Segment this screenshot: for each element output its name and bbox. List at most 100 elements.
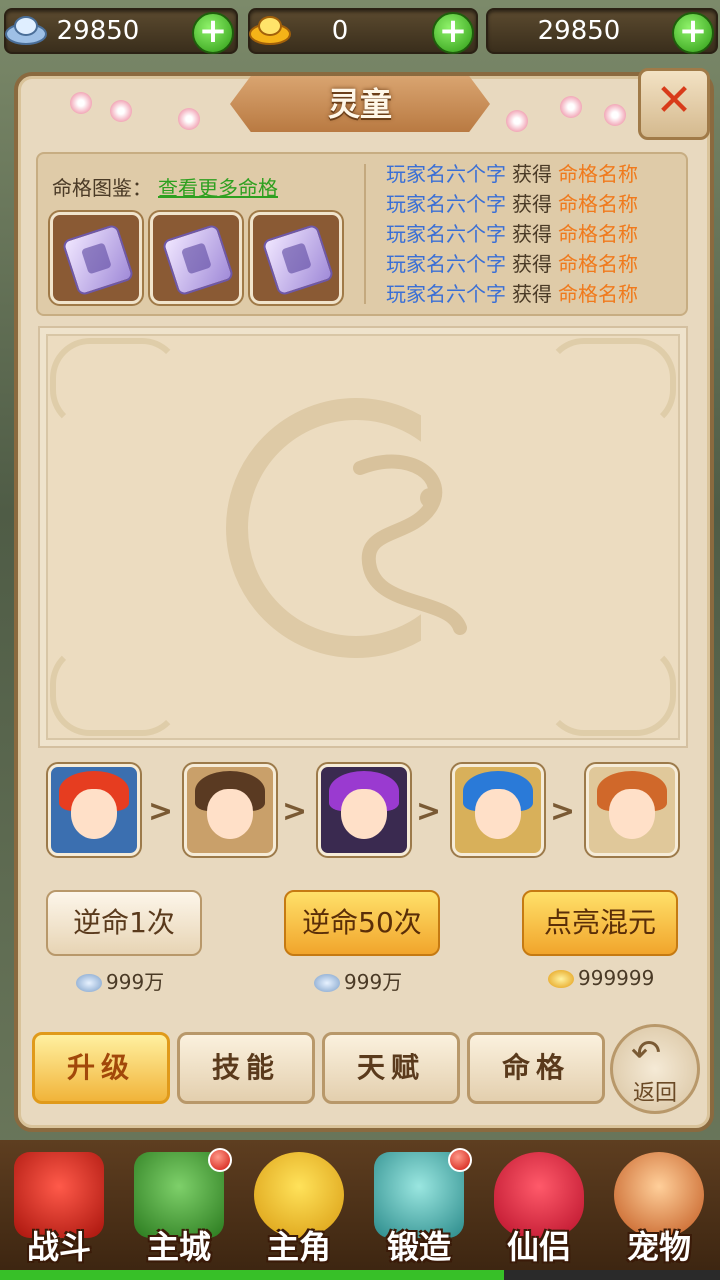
third-currency: 29850 + [486, 8, 718, 54]
nav-label: 主角 [266, 1228, 331, 1266]
hero-stage-1[interactable] [48, 764, 140, 856]
dragon-icon [353, 454, 467, 635]
blossom-decoration [110, 100, 132, 122]
gold-amount: 0 [331, 16, 349, 46]
hero-face [71, 789, 117, 839]
cost-hunyuan: 999999 [548, 966, 654, 990]
silver-amount: 29850 [56, 16, 140, 46]
reverse-fate-50-button[interactable]: 逆命50次 [284, 890, 440, 956]
fate-token-icon [161, 223, 235, 297]
hero-face [609, 789, 655, 839]
player-name: 玩家名六个字 [386, 222, 506, 246]
fate-token-icon [261, 223, 335, 297]
chevron-right-icon: > [550, 794, 576, 829]
nav-hero[interactable]: 主角 [240, 1146, 358, 1266]
player-name: 玩家名六个字 [386, 192, 506, 216]
chevron-right-icon: > [148, 794, 174, 829]
nav-pet[interactable]: 宠物 [600, 1146, 718, 1266]
gold-ingot-icon [548, 970, 574, 988]
reverse-fate-1-button[interactable]: 逆命1次 [46, 890, 202, 956]
fate-slot[interactable] [50, 212, 142, 304]
acquisition-log: 玩家名六个字 获得 命格名称 玩家名六个字 获得 命格名称 玩家名六个字 获得 命格名称 玩… [386, 159, 638, 309]
blossom-decoration [178, 108, 200, 130]
fate-token-icon [61, 223, 135, 297]
tab-skills[interactable]: 技能 [177, 1032, 315, 1104]
fate-slot[interactable] [250, 212, 342, 304]
hero-stage-4[interactable] [452, 764, 544, 856]
corner-ornament [544, 644, 676, 736]
cost-1: 999万 [76, 966, 164, 995]
chevron-right-icon: > [416, 794, 442, 829]
add-gold-button[interactable]: + [432, 12, 474, 54]
log-verb: 获得 [512, 252, 552, 276]
hero-stage-2[interactable] [184, 764, 276, 856]
dragon-emblem-area [38, 326, 688, 748]
cost-value: 999万 [344, 970, 403, 994]
log-verb: 获得 [512, 222, 552, 246]
log-verb: 获得 [512, 192, 552, 216]
nav-forge[interactable]: 锻造 [360, 1146, 478, 1266]
blossom-decoration [506, 110, 528, 132]
add-silver-button[interactable]: + [192, 12, 234, 54]
currency-bar: 29850 + 0 + 29850 + [0, 0, 720, 58]
divider [364, 164, 366, 304]
nav-main-city[interactable]: 主城 [120, 1146, 238, 1266]
blossom-decoration [560, 96, 582, 118]
item-name: 命格名称 [558, 222, 638, 246]
tab-upgrade[interactable]: 升级 [32, 1032, 170, 1104]
third-currency-amount: 29850 [537, 16, 621, 46]
log-row: 玩家名六个字 获得 命格名称 [386, 159, 638, 189]
log-row: 玩家名六个字 获得 命格名称 [386, 189, 638, 219]
nav-partner[interactable]: 仙侣 [480, 1146, 598, 1266]
corner-ornament [544, 338, 676, 430]
back-arrow-icon: ↶ [631, 1033, 662, 1074]
back-button[interactable]: ↶ 返回 [610, 1024, 700, 1114]
progress-bar [0, 1270, 720, 1280]
tab-fate[interactable]: 命格 [467, 1032, 605, 1104]
fate-slot[interactable] [150, 212, 242, 304]
item-name: 命格名称 [558, 252, 638, 276]
cost-50: 999万 [314, 966, 402, 995]
silver-ingot-icon [314, 974, 340, 992]
tab-talents[interactable]: 天赋 [322, 1032, 460, 1104]
codex-box: 命格图鉴： 查看更多命格 玩家名六个字 获得 命格名称 玩家名六个字 获得 命格名称 玩… [36, 152, 688, 316]
panel-title: 灵童 [327, 85, 392, 123]
nav-label: 宠物 [626, 1228, 691, 1266]
item-name: 命格名称 [558, 162, 638, 186]
view-more-link[interactable]: 查看更多命格 [158, 172, 278, 201]
corner-ornament [50, 644, 182, 736]
log-row: 玩家名六个字 获得 命格名称 [386, 219, 638, 249]
corner-ornament [50, 338, 182, 430]
gold-currency: 0 + [248, 8, 478, 54]
nav-label: 主城 [146, 1228, 211, 1266]
hero-face [207, 789, 253, 839]
cost-value: 999999 [578, 966, 655, 990]
silver-currency: 29850 + [4, 8, 238, 54]
log-row: 玩家名六个字 获得 命格名称 [386, 249, 638, 279]
nav-label: 锻造 [386, 1228, 451, 1266]
hero-face [475, 789, 521, 839]
player-name: 玩家名六个字 [386, 162, 506, 186]
close-button[interactable]: ✕ [638, 68, 710, 140]
blossom-decoration [70, 92, 92, 114]
close-icon: ✕ [655, 75, 693, 126]
notification-dot [448, 1148, 472, 1172]
item-name: 命格名称 [558, 192, 638, 216]
log-verb: 获得 [512, 162, 552, 186]
log-verb: 获得 [512, 282, 552, 306]
back-label: 返回 [632, 1081, 677, 1106]
player-name: 玩家名六个字 [386, 282, 506, 306]
blossom-decoration [604, 104, 626, 126]
log-row: 玩家名六个字 获得 命格名称 [386, 279, 638, 309]
add-third-currency-button[interactable]: + [672, 12, 714, 54]
progress-fill [0, 1270, 504, 1280]
chevron-right-icon: > [282, 794, 308, 829]
cost-value: 999万 [106, 970, 165, 994]
hero-stage-5[interactable] [586, 764, 678, 856]
hero-stage-3[interactable] [318, 764, 410, 856]
nav-battle[interactable]: 战斗 [0, 1146, 118, 1266]
item-name: 命格名称 [558, 282, 638, 306]
light-hunyuan-button[interactable]: 点亮混元 [522, 890, 678, 956]
nav-label: 仙侣 [506, 1228, 571, 1266]
silver-ingot-icon [76, 974, 102, 992]
